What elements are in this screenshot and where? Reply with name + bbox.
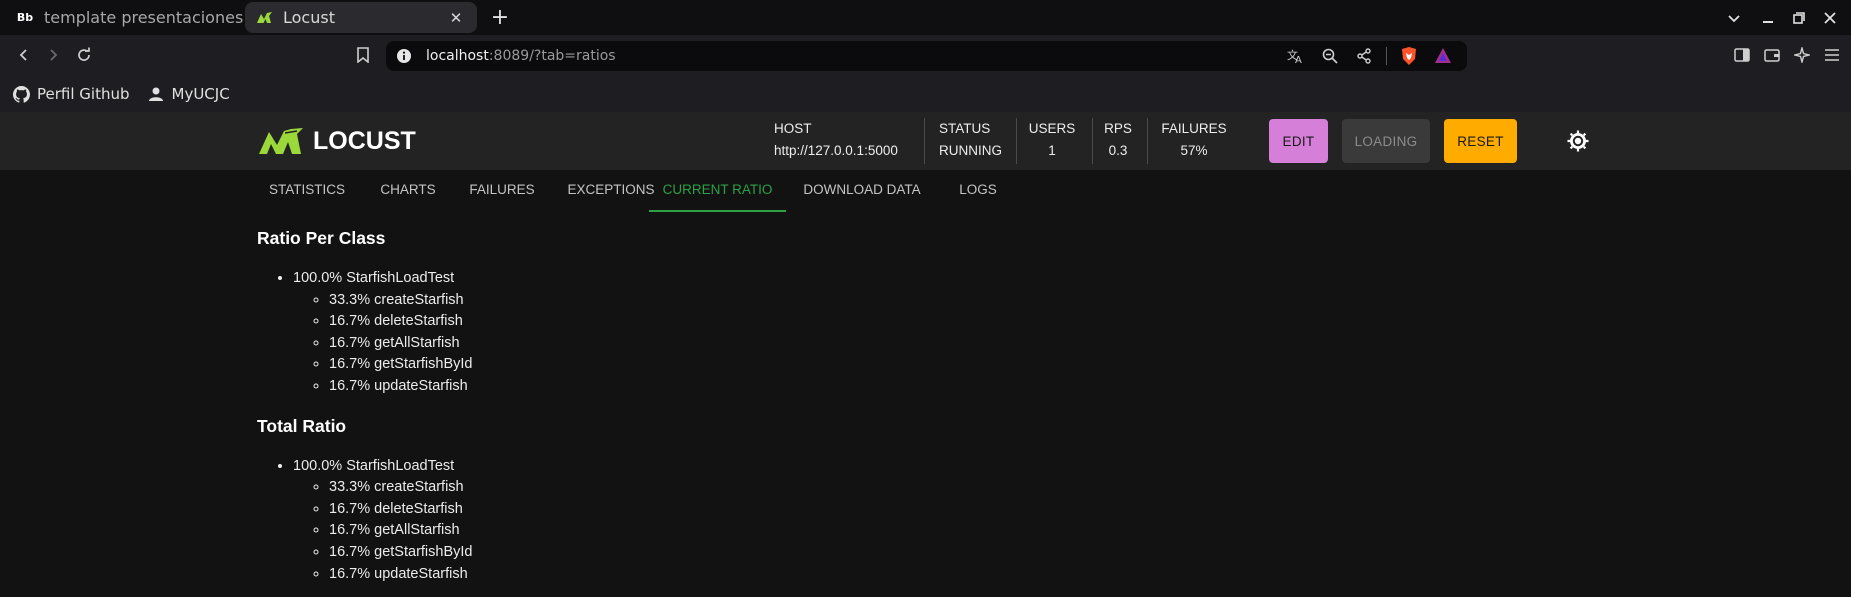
bookmark-icon[interactable]	[351, 43, 375, 67]
stat-divider	[1016, 118, 1017, 164]
leo-ai-icon[interactable]	[1791, 43, 1813, 67]
brave-rewards-icon[interactable]	[1431, 45, 1455, 67]
locust-logo[interactable]: LOCUST	[257, 127, 416, 156]
stat-rps-value: 0.3	[1108, 143, 1128, 158]
ratio-per-class-title: Ratio Per Class	[257, 228, 386, 248]
bookmark-label: MyUCJC	[171, 85, 230, 103]
tab-statistics[interactable]: STATISTICS	[257, 170, 357, 212]
browser-toolbar: localhost:8089/?tab=ratios 文A	[0, 35, 1851, 76]
back-icon[interactable]	[12, 43, 36, 67]
url-text: localhost:8089/?tab=ratios	[426, 48, 616, 64]
stat-users-label: USERS	[1028, 121, 1076, 136]
loading-button[interactable]: LOADING	[1342, 119, 1430, 163]
list-item: 16.7% getAllStarfish	[329, 520, 472, 542]
restore-icon[interactable]	[1787, 6, 1811, 30]
close-tab-icon[interactable]: ✕	[445, 7, 467, 29]
list-item: 16.7% deleteStarfish	[329, 499, 472, 521]
list-item: 33.3% createStarfish	[329, 477, 472, 499]
bookmark-perfil-github[interactable]: Perfil Github	[13, 85, 130, 103]
list-item: 16.7% deleteStarfish	[329, 311, 472, 333]
stat-divider	[924, 118, 925, 164]
stat-failures-value: 57%	[1180, 143, 1208, 158]
list-item: 16.7% updateStarfish	[329, 564, 472, 586]
stat-rps: RPS 0.3	[1100, 118, 1136, 164]
tab-logs[interactable]: LOGS	[943, 170, 1013, 212]
tab-list-chevron-icon[interactable]	[1722, 6, 1746, 30]
total-ratio-title: Total Ratio	[257, 415, 347, 436]
reload-icon[interactable]	[72, 43, 96, 67]
user-icon	[148, 86, 165, 103]
edit-button[interactable]: EDIT	[1269, 119, 1328, 163]
reset-button[interactable]: RESET	[1444, 119, 1517, 163]
new-tab-icon[interactable]: +	[488, 6, 512, 30]
locust-logo-text: LOCUST	[313, 127, 416, 155]
stat-status: STATUS RUNNING	[939, 118, 1002, 164]
translate-icon[interactable]: 文A	[1284, 45, 1308, 67]
close-window-icon[interactable]	[1818, 6, 1842, 30]
stat-rps-label: RPS	[1104, 121, 1132, 136]
stat-status-label: STATUS	[939, 121, 991, 136]
stat-users-value: 1	[1048, 143, 1056, 158]
class-ratio: 100.0% StarfishLoadTest	[293, 270, 455, 286]
tab-download-data[interactable]: DOWNLOAD DATA	[792, 170, 932, 212]
list-item: 16.7% getAllStarfish	[329, 333, 472, 355]
theme-toggle-icon[interactable]	[1565, 128, 1591, 154]
browser-tab-locust[interactable]: Locust ✕	[245, 2, 477, 33]
site-info-icon[interactable]	[396, 48, 412, 64]
zoom-out-icon[interactable]	[1318, 45, 1342, 67]
stat-users: USERS 1	[1025, 118, 1079, 164]
stat-divider	[1147, 118, 1148, 164]
browser-tab-template[interactable]: Bb template presentaciones SE	[6, 2, 244, 33]
browser-tab-title: template presentaciones SE	[44, 8, 244, 27]
class-ratio: 100.0% StarfishLoadTest	[293, 457, 455, 474]
minimize-icon[interactable]	[1756, 6, 1780, 30]
stat-divider	[1092, 118, 1093, 164]
menu-icon[interactable]	[1821, 43, 1843, 67]
share-icon[interactable]	[1352, 45, 1376, 67]
address-bar[interactable]: localhost:8089/?tab=ratios 文A	[386, 41, 1467, 71]
stat-failures[interactable]: FAILURES 57%	[1159, 118, 1229, 164]
list-item: 16.7% getStarfishById	[329, 354, 472, 376]
task-ratio-list: 33.3% createStarfish 16.7% deleteStarfis…	[329, 477, 472, 585]
url-separator	[1386, 47, 1387, 65]
locust-logo-icon	[259, 127, 303, 154]
locust-header: LOCUST HOST http://127.0.0.1:5000 STATUS…	[0, 112, 1851, 170]
bookmarks-bar: Perfil Github MyUCJC	[0, 76, 1851, 112]
stat-host-label: HOST	[774, 121, 812, 136]
tab-failures[interactable]: FAILURES	[455, 170, 549, 212]
stat-status-value: RUNNING	[939, 143, 1002, 158]
brave-shields-icon[interactable]	[1397, 45, 1421, 67]
bookmark-myucjc[interactable]: MyUCJC	[148, 85, 230, 103]
list-item: 100.0% StarfishLoadTest 33.3% createStar…	[293, 456, 472, 586]
total-ratio-list: 100.0% StarfishLoadTest 33.3% createStar…	[293, 456, 472, 586]
list-item: 33.3% createStarfish	[329, 290, 472, 312]
list-item: 100.0% StarfishLoadTest 33.3% createStar…	[293, 268, 472, 398]
svg-text:A: A	[1295, 55, 1302, 64]
list-item: 16.7% updateStarfish	[329, 376, 472, 398]
github-icon	[13, 85, 30, 103]
task-ratio-list: 33.3% createStarfish 16.7% deleteStarfis…	[329, 290, 472, 398]
sidebar-icon[interactable]	[1731, 43, 1753, 67]
stat-host-value: http://127.0.0.1:5000	[774, 143, 898, 158]
bookmark-label: Perfil Github	[37, 85, 130, 103]
ratio-content: Ratio Per Class 100.0% StarfishLoadTest …	[257, 228, 472, 585]
list-item: 16.7% getStarfishById	[329, 542, 472, 564]
locust-favicon-icon	[255, 9, 273, 27]
browser-tab-title: Locust	[283, 8, 335, 27]
forward-icon[interactable]	[41, 43, 65, 67]
blackboard-favicon-icon: Bb	[16, 11, 34, 24]
tab-charts[interactable]: CHARTS	[367, 170, 449, 212]
ratio-per-class-list: 100.0% StarfishLoadTest 33.3% createStar…	[293, 268, 472, 398]
stat-host: HOST http://127.0.0.1:5000	[774, 118, 898, 164]
browser-tab-strip: Bb template presentaciones SE Locust ✕ +	[0, 0, 1851, 35]
stat-failures-label: FAILURES	[1161, 121, 1227, 136]
tab-current-ratio[interactable]: CURRENT RATIO	[649, 170, 786, 212]
wallet-icon[interactable]	[1761, 43, 1783, 67]
